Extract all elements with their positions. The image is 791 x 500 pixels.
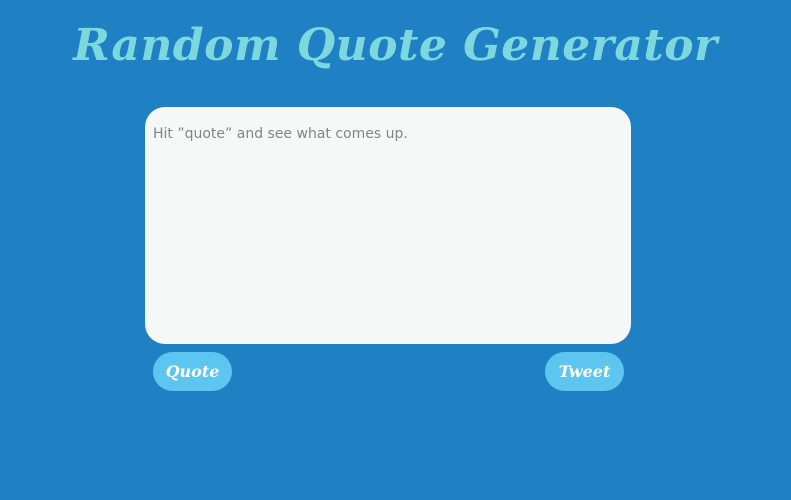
quote-button[interactable]: Quote <box>153 352 232 391</box>
quote-text: Hit ”quote” and see what comes up. <box>153 126 408 142</box>
tweet-button[interactable]: Tweet <box>545 352 624 391</box>
page-title: Random Quote Generator <box>73 20 718 71</box>
quote-box: Hit ”quote” and see what comes up. <box>145 107 631 344</box>
